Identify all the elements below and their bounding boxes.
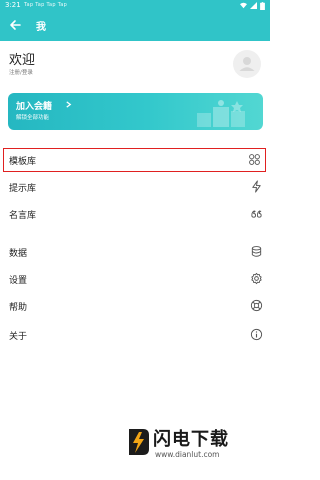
database-icon xyxy=(251,246,262,257)
menu-item-about[interactable]: 关于 xyxy=(0,323,270,347)
menu-item-settings[interactable]: 设置 xyxy=(0,267,270,291)
vip-banner[interactable]: 加入会籍 解锁全部功能 xyxy=(8,93,263,130)
lightning-icon xyxy=(252,180,261,193)
menu-item-label: 提示库 xyxy=(9,184,37,194)
battery-icon xyxy=(260,2,265,10)
menu-item-data[interactable]: 数据 xyxy=(0,240,270,264)
info-icon xyxy=(250,328,263,341)
profile-section[interactable]: 欢迎 注册/登录 xyxy=(0,41,270,89)
vip-subtitle: 解锁全部功能 xyxy=(16,115,50,121)
chevron-right-icon xyxy=(66,101,72,108)
watermark: 闪电下载 www.dianlut.com xyxy=(125,423,265,463)
watermark-url: www.dianlut.com xyxy=(155,450,220,459)
menu-item-quotes[interactable]: 名言库 xyxy=(0,202,270,226)
system-icons xyxy=(240,2,265,10)
page-title: 我 xyxy=(36,22,46,33)
menu-item-prompts[interactable]: 提示库 xyxy=(0,175,270,199)
app-bar: 我 xyxy=(0,11,270,41)
menu-item-label: 名言库 xyxy=(9,211,37,221)
quote-icon xyxy=(251,210,262,218)
vip-title: 加入会籍 xyxy=(16,102,53,112)
lifebuoy-icon xyxy=(250,299,263,312)
menu-item-help[interactable]: 帮助 xyxy=(0,294,270,318)
menu-item-label: 关于 xyxy=(9,332,28,342)
avatar[interactable] xyxy=(233,50,261,78)
wifi-icon xyxy=(240,2,247,9)
status-bar: 3:21 Tap Tap Tap Tap xyxy=(0,0,270,11)
menu-item-label: 设置 xyxy=(9,276,28,286)
lightning-logo-icon xyxy=(129,429,149,455)
menu-item-label: 数据 xyxy=(9,249,28,259)
banner-illustration-icon xyxy=(197,100,245,127)
user-icon xyxy=(239,57,255,71)
grid-icon xyxy=(249,154,260,165)
back-arrow-icon[interactable] xyxy=(8,18,22,32)
gear-icon xyxy=(251,272,262,285)
watermark-brand: 闪电下载 xyxy=(153,429,229,450)
signal-icon xyxy=(250,2,257,9)
status-time: 3:21 xyxy=(5,1,21,9)
menu-item-label: 模板库 xyxy=(9,157,37,167)
welcome-heading: 欢迎 xyxy=(9,53,36,68)
menu-item-label: 帮助 xyxy=(9,303,28,313)
login-link[interactable]: 注册/登录 xyxy=(9,68,33,76)
menu-item-templates[interactable]: 模板库 xyxy=(3,148,266,172)
notification-icons: Tap Tap Tap Tap xyxy=(24,2,68,8)
